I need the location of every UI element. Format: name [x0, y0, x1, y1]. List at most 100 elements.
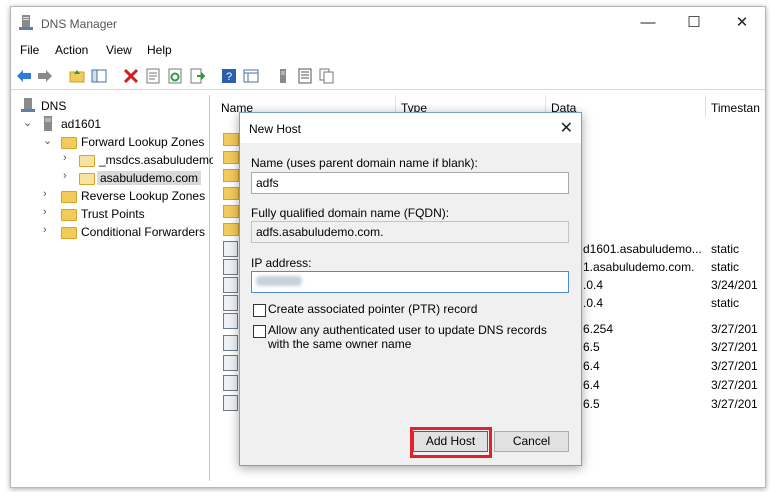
table-cell-data: 1.asabuludemo.com.	[583, 260, 695, 274]
fqdn-label: Fully qualified domain name (FQDN):	[251, 206, 450, 220]
folder-icon	[223, 169, 239, 182]
tree-label-dns: DNS	[41, 99, 67, 113]
table-cell-data: .0.4	[583, 296, 604, 310]
column-separator[interactable]	[705, 95, 706, 117]
menu-bar: File Action View Help	[11, 41, 765, 61]
list-icon[interactable]	[297, 68, 313, 84]
record-icon	[223, 313, 238, 329]
tree-label-trust: Trust Points	[81, 207, 145, 221]
table-cell-data: 6.4	[583, 359, 600, 373]
menu-file[interactable]: File	[20, 43, 39, 57]
record-icon	[223, 259, 238, 275]
column-header-timestamp[interactable]: Timestan	[711, 101, 760, 115]
record-icon	[223, 355, 238, 371]
record-icon	[223, 277, 238, 293]
cancel-button[interactable]: Cancel	[494, 431, 569, 452]
auth-update-checkbox[interactable]	[253, 325, 266, 338]
table-cell-timestamp: 3/27/201	[711, 378, 758, 392]
ptr-checkbox-label: Create associated pointer (PTR) record	[268, 302, 478, 316]
table-cell-timestamp: 3/24/201	[711, 278, 758, 292]
table-cell-timestamp: 3/27/201	[711, 322, 758, 336]
auth-update-checkbox-label: Allow any authenticated user to update D…	[268, 323, 547, 351]
zone-folder-icon	[79, 155, 95, 167]
ptr-checkbox[interactable]	[253, 304, 266, 317]
record-icon	[223, 241, 238, 257]
table-cell-timestamp: 3/27/201	[711, 359, 758, 373]
server-icon	[44, 116, 52, 131]
console-tree: DNS ⌄ ad1601 ⌄ Forward Lookup Zones › _m…	[13, 95, 216, 481]
menu-action[interactable]: Action	[55, 43, 88, 57]
tree-label-forward: Forward Lookup Zones	[81, 135, 205, 149]
help-icon[interactable]: ?	[221, 68, 237, 84]
export-icon[interactable]	[189, 68, 205, 84]
tree-label-server: ad1601	[61, 117, 102, 131]
table-cell-timestamp: 3/27/201	[711, 340, 758, 354]
minimize-button[interactable]: —	[625, 7, 671, 39]
svg-text:?: ?	[226, 71, 232, 83]
tree-label-reverse: Reverse Lookup Zones	[81, 189, 206, 203]
up-folder-icon[interactable]	[69, 68, 85, 84]
dns-server-icon[interactable]	[275, 68, 291, 84]
folder-icon	[223, 187, 239, 200]
dns-root-icon	[21, 98, 35, 112]
window-title: DNS Manager	[41, 17, 118, 31]
console-tree-icon[interactable]	[91, 68, 107, 84]
folder-icon	[61, 191, 77, 203]
zone-folder-icon	[79, 173, 95, 185]
redacted-ip-value	[256, 276, 302, 286]
name-label: Name (uses parent domain name if blank):	[251, 156, 478, 170]
table-cell-timestamp: static	[711, 260, 740, 274]
refresh-icon[interactable]	[167, 68, 183, 84]
chevron-down-icon[interactable]: ⌄	[43, 134, 52, 147]
chevron-right-icon[interactable]: ›	[63, 170, 67, 182]
properties-icon[interactable]	[145, 68, 161, 84]
chevron-down-icon[interactable]: ⌄	[23, 116, 32, 129]
highlight-box	[410, 427, 492, 458]
tree-label-asabuludemo: asabuludemo.com	[97, 171, 202, 185]
chevron-right-icon[interactable]: ›	[43, 206, 47, 218]
delete-icon[interactable]	[123, 68, 139, 84]
record-icon	[223, 295, 238, 311]
folder-icon	[61, 209, 77, 221]
chevron-right-icon[interactable]: ›	[43, 224, 47, 236]
menu-help[interactable]: Help	[147, 43, 172, 57]
chevron-right-icon[interactable]: ›	[43, 188, 47, 200]
title-bar: DNS Manager — ☐ ✕	[11, 7, 765, 39]
folder-icon	[61, 227, 77, 239]
chevron-right-icon[interactable]: ›	[63, 152, 67, 164]
folder-icon	[61, 137, 77, 149]
close-icon[interactable]: ✕	[560, 118, 573, 138]
menu-view[interactable]: View	[106, 43, 132, 57]
ip-address-label: IP address:	[251, 256, 312, 270]
tree-label-msdcs: _msdcs.asabuludemo	[99, 153, 216, 167]
name-input[interactable]: adfs	[251, 172, 569, 194]
record-icon	[223, 395, 238, 411]
toolbar: ?	[11, 65, 765, 90]
close-window-button[interactable]: ✕	[719, 7, 765, 39]
copy-icon[interactable]	[319, 68, 335, 84]
dialog-title-bar: New Host ✕	[240, 113, 581, 143]
new-host-dialog: New Host ✕ Name (uses parent domain name…	[239, 112, 582, 466]
back-arrow-icon[interactable]	[16, 68, 32, 84]
ip-address-input[interactable]	[251, 271, 569, 293]
folder-icon	[223, 133, 239, 146]
folder-icon	[223, 205, 239, 218]
tree-label-conditional: Conditional Forwarders	[81, 225, 206, 239]
table-cell-data: .0.4	[583, 278, 604, 292]
folder-icon	[223, 151, 239, 164]
table-cell-data: 6.4	[583, 378, 600, 392]
table-cell-data: 6.254	[583, 322, 614, 336]
table-cell-data: 6.5	[583, 340, 600, 354]
table-cell-timestamp: static	[711, 242, 740, 256]
dialog-title: New Host	[249, 122, 302, 136]
table-cell-data: 6.5	[583, 397, 600, 411]
record-icon	[223, 375, 238, 391]
folder-icon	[223, 223, 239, 236]
table-cell-data: d1601.asabuludemo...	[583, 242, 702, 256]
fqdn-field: adfs.asabuludemo.com.	[251, 221, 569, 243]
view-icon[interactable]	[243, 68, 259, 84]
forward-arrow-icon[interactable]	[37, 68, 53, 84]
maximize-button[interactable]: ☐	[671, 7, 717, 39]
dns-app-icon	[19, 15, 33, 30]
table-cell-timestamp: 3/27/201	[711, 397, 758, 411]
